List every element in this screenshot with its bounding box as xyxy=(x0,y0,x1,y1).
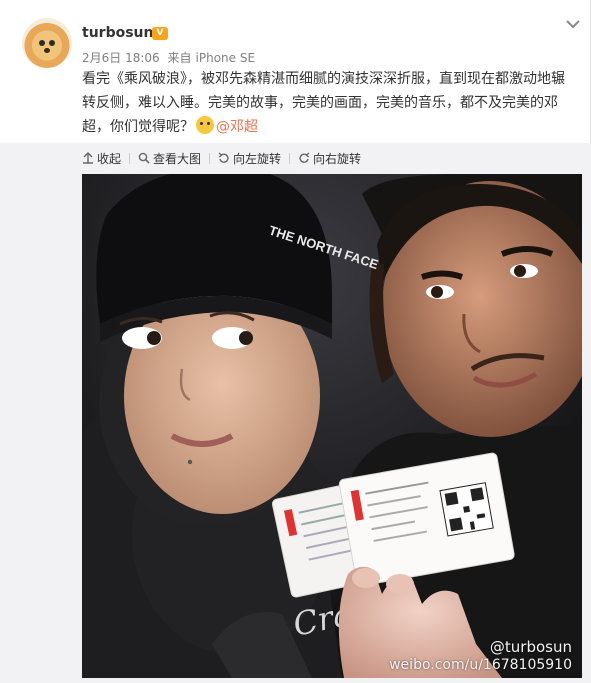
watermark-url: weibo.com/u/1678105910 xyxy=(389,657,572,673)
post-meta: 2月6日 18:06 来自 iPhone SE xyxy=(82,49,259,66)
avatar-nose xyxy=(44,48,50,53)
collapse-button[interactable]: 收起 xyxy=(82,150,121,167)
rotate-right-icon xyxy=(299,152,310,163)
avatar-eye xyxy=(39,40,45,46)
view-large-label: 查看大图 xyxy=(153,151,202,166)
post-source[interactable]: iPhone SE xyxy=(196,51,256,65)
rotate-left-button[interactable]: 向左旋转 xyxy=(218,150,281,167)
avatar-eye xyxy=(49,40,55,46)
post-body: 看完《乘风破浪》，被邓先森精湛而细腻的演技深深折服，直到现在都激动地辗转反侧，难… xyxy=(82,71,565,135)
post-text: 看完《乘风破浪》，被邓先森精湛而细腻的演技深深折服，直到现在都激动地辗转反侧，难… xyxy=(82,67,577,139)
toolbar-divider xyxy=(209,152,211,164)
rotate-left-icon xyxy=(218,152,229,163)
watermark-handle: @turbosun xyxy=(489,638,572,656)
doge-emoji-icon xyxy=(196,116,214,134)
rotate-right-button[interactable]: 向右旋转 xyxy=(298,150,361,167)
rotate-right-label: 向右旋转 xyxy=(313,151,362,166)
search-icon xyxy=(138,152,150,164)
view-large-button[interactable]: 查看大图 xyxy=(138,150,201,167)
post-photo[interactable]: THE NORTH FACE Cra @turbosun weibo.com/u… xyxy=(82,174,582,678)
selfie-illustration: THE NORTH FACE Cra xyxy=(82,174,582,678)
mention-link[interactable]: @邓超 xyxy=(216,119,258,135)
collapse-arrow-icon xyxy=(83,152,93,164)
source-prefix: 来自 xyxy=(167,51,192,65)
post-date[interactable]: 2月6日 18:06 xyxy=(82,51,160,65)
weibo-post-card: turbosun V 2月6日 18:06 来自 iPhone SE 看完《乘风破… xyxy=(0,0,591,683)
photo-watermark: @turbosun weibo.com/u/1678105910 xyxy=(389,638,572,674)
media-toolbar: 收起 查看大图 向左旋转 向右旋转 xyxy=(82,148,369,168)
collapse-label: 收起 xyxy=(97,151,122,166)
user-avatar[interactable] xyxy=(22,18,72,68)
chevron-down-icon[interactable] xyxy=(566,19,580,29)
toolbar-divider xyxy=(129,152,131,164)
vip-badge-icon[interactable]: V xyxy=(152,27,168,40)
rotate-left-label: 向左旋转 xyxy=(233,151,282,166)
toolbar-divider xyxy=(289,152,291,164)
username-link[interactable]: turbosun xyxy=(82,25,153,41)
